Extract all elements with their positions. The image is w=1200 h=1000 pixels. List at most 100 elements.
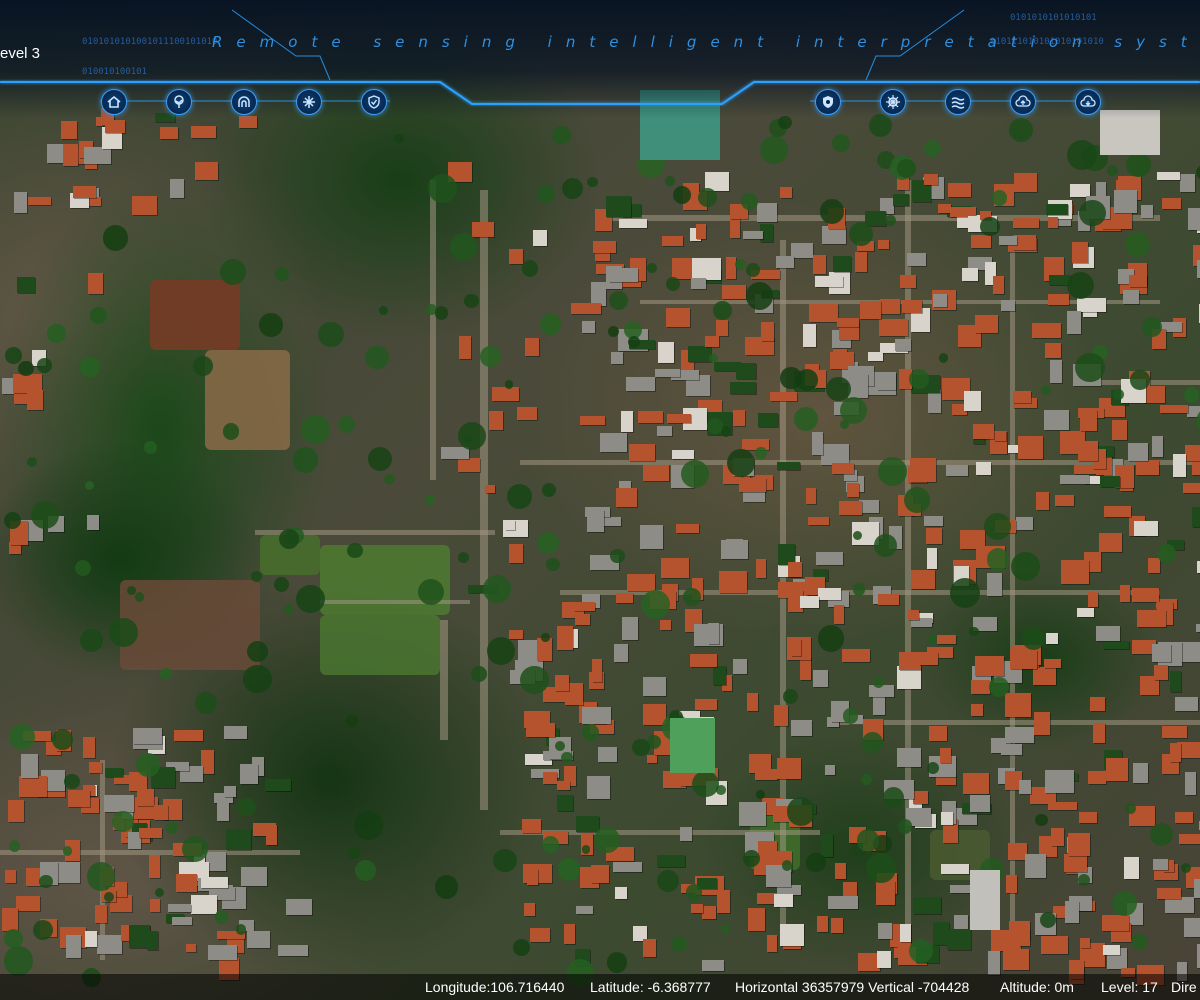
building-roof — [658, 342, 675, 363]
building-roof — [970, 870, 1000, 930]
building-roof — [1154, 665, 1168, 680]
building-roof — [1044, 659, 1061, 669]
tree-canopy — [969, 626, 979, 636]
tree-canopy — [992, 190, 1008, 206]
ship-wheel-icon[interactable] — [880, 89, 906, 115]
tree-canopy — [1066, 271, 1094, 300]
building-roof — [733, 409, 746, 427]
satellite-map[interactable] — [0, 0, 1200, 1000]
building-roof — [642, 465, 670, 481]
building-roof — [877, 594, 900, 605]
building-roof — [1157, 171, 1181, 180]
tree-canopy — [368, 446, 392, 471]
tree-canopy — [640, 589, 671, 619]
building-roof — [837, 318, 859, 327]
building-roof — [855, 251, 868, 272]
building-roof — [806, 488, 817, 505]
building-roof — [217, 802, 230, 822]
tree-canopy — [283, 604, 295, 615]
building-roof — [591, 659, 602, 683]
building-roof — [779, 923, 805, 946]
building-roof — [542, 772, 557, 785]
building-roof — [637, 411, 663, 423]
building-roof — [593, 240, 616, 253]
tree-canopy — [62, 846, 73, 856]
building-roof — [1112, 420, 1127, 441]
badge-icon[interactable] — [815, 89, 841, 115]
building-roof — [690, 653, 718, 668]
building-roof — [239, 764, 258, 784]
building-roof — [773, 894, 794, 907]
building-roof — [154, 804, 169, 821]
building-roof — [1047, 801, 1078, 811]
building-roof — [1179, 833, 1200, 844]
building-roof — [1113, 190, 1137, 214]
tree-canopy — [755, 789, 765, 799]
tree-canopy — [487, 636, 516, 666]
building-roof — [742, 230, 763, 240]
building-roof — [777, 757, 802, 780]
building-roof — [999, 236, 1017, 245]
tunnel-icon[interactable] — [231, 89, 257, 115]
shield-check-icon[interactable] — [361, 89, 387, 115]
snowflake-icon[interactable] — [296, 89, 322, 115]
building-roof — [509, 249, 523, 264]
building-roof — [643, 677, 666, 697]
building-roof — [594, 252, 610, 261]
building-roof — [1192, 507, 1200, 527]
building-roof — [1161, 725, 1187, 739]
building-roof — [1102, 640, 1129, 650]
tree-canopy — [84, 481, 94, 491]
building-roof — [817, 587, 842, 600]
tree-canopy — [346, 714, 359, 727]
tree-canopy — [243, 664, 272, 693]
tree-canopy — [166, 822, 178, 835]
building-roof — [555, 675, 569, 692]
building-roof — [1105, 758, 1128, 782]
water-waves-icon[interactable] — [945, 89, 971, 115]
building-roof — [1095, 625, 1120, 641]
building-roof — [1127, 442, 1149, 461]
tree-canopy — [300, 415, 330, 445]
tree-canopy — [1195, 164, 1200, 181]
building-roof — [1041, 935, 1068, 955]
cloud-upload-icon[interactable] — [1010, 89, 1036, 115]
tree-canopy — [680, 459, 710, 489]
building-roof — [1132, 588, 1159, 602]
building-roof — [264, 779, 292, 791]
building-roof — [564, 924, 576, 945]
building-roof — [1103, 945, 1120, 956]
building-roof — [880, 298, 900, 314]
building-roof — [747, 907, 766, 932]
tree-canopy — [102, 225, 129, 252]
building-roof — [923, 173, 939, 185]
tree-canopy — [546, 557, 560, 572]
building-roof — [1173, 454, 1187, 477]
tree-canopy — [709, 354, 718, 363]
cloud-download-icon[interactable] — [1075, 89, 1101, 115]
building-roof — [773, 704, 789, 726]
building-roof — [581, 707, 612, 725]
building-roof — [970, 703, 984, 716]
building-roof — [523, 903, 536, 916]
tree-canopy — [347, 846, 360, 859]
building-roof — [758, 412, 778, 428]
home-icon[interactable] — [101, 89, 127, 115]
tree-icon[interactable] — [166, 89, 192, 115]
building-roof — [939, 748, 952, 764]
building-roof — [713, 665, 726, 685]
building-roof — [936, 634, 957, 645]
building-roof — [730, 217, 741, 239]
building-roof — [777, 462, 801, 471]
tree-canopy — [18, 360, 34, 377]
building-roof — [657, 426, 673, 436]
building-roof — [1183, 483, 1200, 494]
tree-canopy — [735, 258, 747, 270]
tree-canopy — [74, 560, 91, 577]
building-roof — [1051, 827, 1064, 846]
tree-canopy — [896, 158, 917, 179]
building-roof — [926, 547, 938, 570]
building-roof — [137, 788, 154, 807]
building-roof — [961, 268, 978, 281]
building-roof — [721, 285, 746, 299]
